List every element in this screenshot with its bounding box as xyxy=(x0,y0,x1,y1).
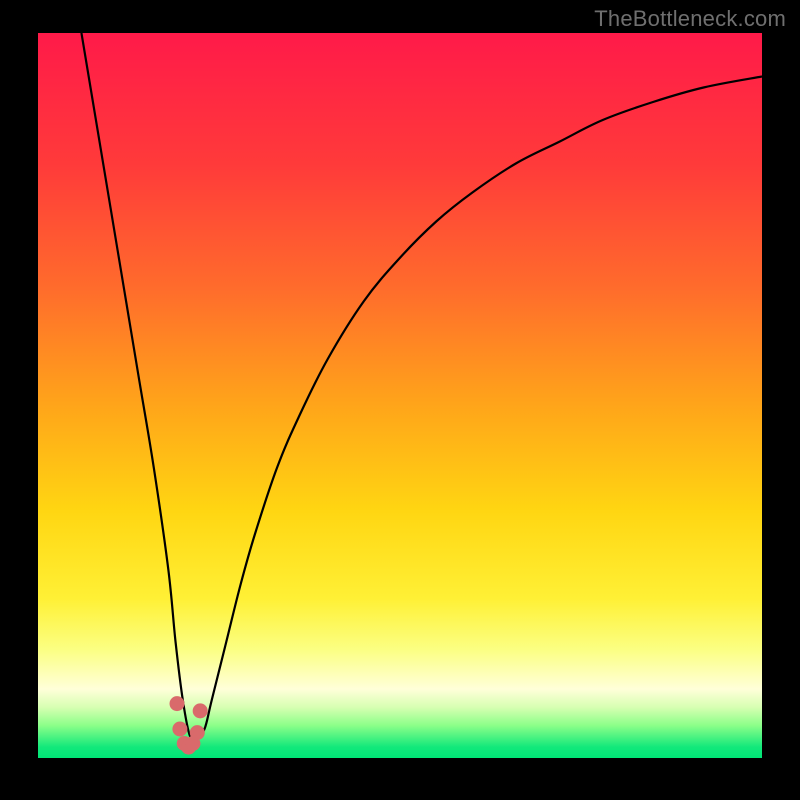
gradient-background xyxy=(38,33,762,758)
valley-dot xyxy=(170,696,185,711)
valley-dot xyxy=(172,722,187,737)
chart-frame: TheBottleneck.com xyxy=(0,0,800,800)
bottleneck-chart xyxy=(38,33,762,758)
valley-dot xyxy=(193,703,208,718)
valley-dot xyxy=(190,725,205,740)
watermark-text: TheBottleneck.com xyxy=(594,6,786,32)
plot-area xyxy=(38,33,762,758)
